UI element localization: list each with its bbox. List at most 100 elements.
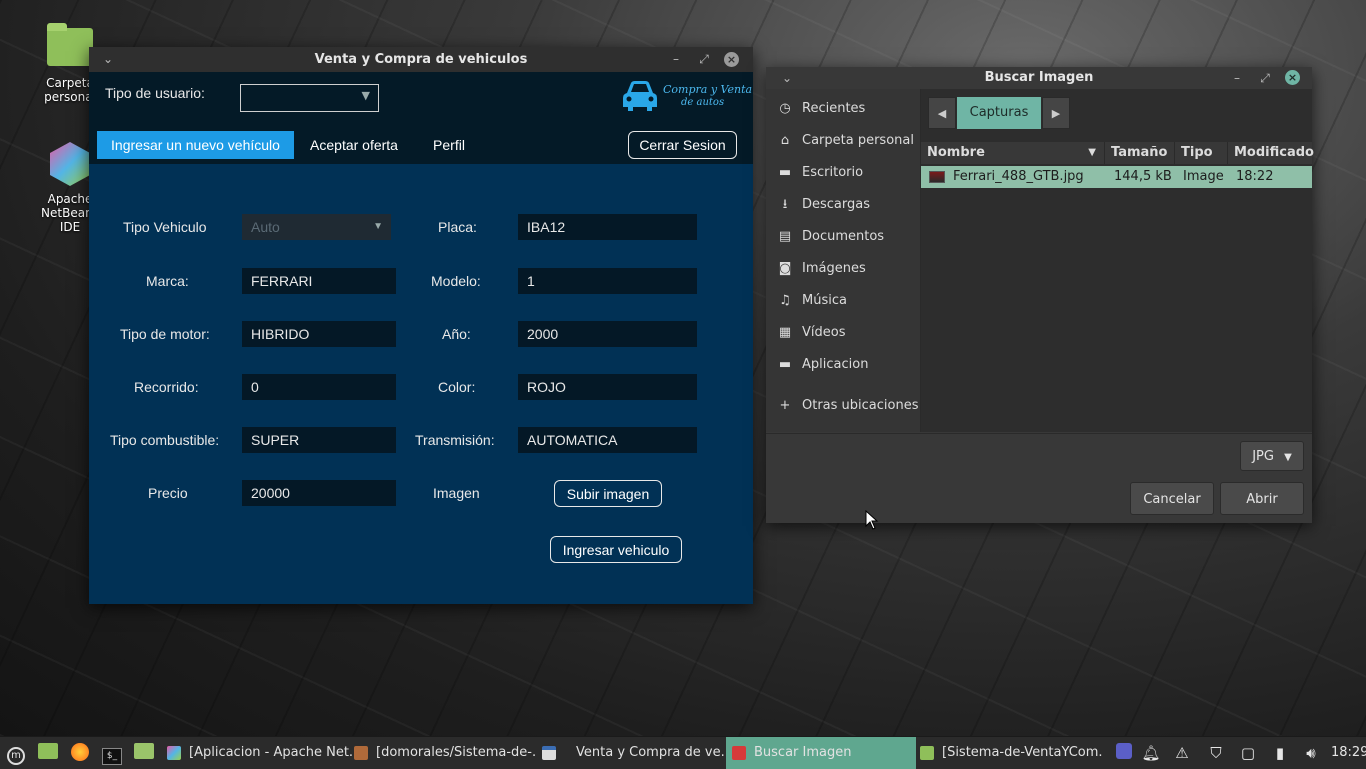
color-field[interactable]: ROJO (518, 374, 697, 400)
engine-type-field[interactable]: HIBRIDO (242, 321, 396, 347)
display-icon[interactable]: ▢ (1237, 743, 1259, 763)
close-icon[interactable]: × (1285, 70, 1300, 85)
chevron-down-icon: ▼ (361, 89, 370, 102)
place-label: Carpeta personal (802, 133, 914, 148)
fuel-type-label: Tipo combustible: (110, 432, 220, 448)
task-label: Venta y Compra de ve... (576, 745, 728, 760)
vehicle-type-value: Auto (251, 219, 280, 235)
submit-vehicle-button[interactable]: Ingresar vehiculo (550, 536, 682, 563)
cancel-button[interactable]: Cancelar (1130, 482, 1214, 515)
upload-image-button[interactable]: Subir imagen (554, 480, 662, 507)
price-field[interactable]: 20000 (242, 480, 396, 506)
place-label: Imágenes (802, 261, 866, 276)
logo-text-line1: Compra y Venta (663, 83, 753, 96)
teams-icon[interactable] (1113, 743, 1135, 763)
open-button[interactable]: Abrir (1220, 482, 1304, 515)
chevron-down-icon: ▼ (373, 221, 383, 232)
task-netbeans[interactable]: [Aplicacion - Apache Net... (163, 737, 352, 769)
car-icon (623, 81, 657, 111)
place-videos[interactable]: ▦ Vídeos (776, 323, 846, 343)
place-home[interactable]: ⌂ Carpeta personal (776, 131, 914, 151)
path-forward-button[interactable]: ▶ (1042, 97, 1070, 129)
volume-icon[interactable]: 🔊︎ (1300, 743, 1322, 763)
tab-profile[interactable]: Perfil (423, 131, 475, 159)
app-logo: Compra y Venta de autos (621, 79, 752, 115)
mileage-field[interactable]: 0 (242, 374, 396, 400)
maximize-icon[interactable]: ⤢ (693, 47, 715, 72)
files-icon[interactable] (133, 743, 155, 763)
place-pictures[interactable]: ◙ Imágenes (776, 259, 866, 279)
place-recent[interactable]: ◷ Recientes (776, 99, 865, 119)
column-modified[interactable]: Modificado (1228, 142, 1314, 164)
model-field[interactable]: 1 (518, 268, 697, 294)
file-name: Ferrari_488_GTB.jpg (953, 169, 1084, 184)
table-row[interactable]: Ferrari_488_GTB.jpg 144,5 kB Image 18:22 (921, 166, 1312, 188)
camera-icon: ◙ (778, 261, 792, 276)
place-downloads[interactable]: ⭳ Descargas (776, 195, 870, 215)
tab-new-vehicle[interactable]: Ingresar un nuevo vehículo (97, 131, 294, 159)
column-name[interactable]: Nombre ▼ (921, 142, 1105, 164)
taskbar: m $_ [Aplicacion - Apache Net... [domora… (0, 736, 1366, 769)
mint-menu-icon[interactable]: m (5, 743, 27, 765)
model-label: Modelo: (431, 273, 481, 289)
column-size[interactable]: Tamaño (1105, 142, 1175, 164)
plate-field[interactable]: IBA12 (518, 214, 697, 240)
vehicle-form: Tipo Vehiculo Auto ▼ Placa: IBA12 Marca:… (89, 164, 753, 604)
minimize-icon[interactable]: – (1226, 67, 1248, 89)
place-aplicacion[interactable]: ▬ Aplicacion (776, 355, 869, 375)
place-label: Documentos (802, 229, 885, 244)
main-window-titlebar[interactable]: ⌄ Venta y Compra de vehiculos – ⤢ × (89, 47, 753, 72)
transmission-field[interactable]: AUTOMATICA (518, 427, 697, 453)
fuel-type-field[interactable]: SUPER (242, 427, 396, 453)
firefox-icon[interactable] (69, 743, 91, 763)
user-type-label: Tipo de usuario: (105, 85, 205, 101)
tab-accept-offer[interactable]: Aceptar oferta (299, 131, 409, 159)
terminal-icon[interactable]: $_ (101, 743, 123, 765)
clock[interactable]: 18:29 (1331, 745, 1366, 760)
window-menu-icon[interactable]: ⌄ (97, 47, 119, 72)
place-music[interactable]: ♫ Música (776, 291, 847, 311)
file-dialog-titlebar[interactable]: ⌄ Buscar Imagen – ⤢ × (766, 67, 1312, 89)
plus-icon: + (779, 398, 791, 413)
show-desktop-icon[interactable] (37, 743, 59, 763)
netbeans-icon (50, 142, 90, 186)
document-icon: ▤ (778, 229, 792, 244)
logout-button[interactable]: Cerrar Sesion (628, 131, 737, 159)
film-icon: ▦ (778, 325, 792, 340)
color-label: Color: (438, 379, 476, 395)
task-folder[interactable]: [Sistema-de-VentaYCom... (920, 737, 1102, 769)
shield-icon[interactable]: ⛉ (1205, 743, 1227, 763)
place-label: Otras ubicaciones (802, 398, 919, 413)
notifications-bell-icon[interactable]: 🔔︎ (1140, 743, 1162, 763)
task-label: [Aplicacion - Apache Net... (189, 745, 352, 760)
close-icon[interactable]: × (724, 52, 739, 67)
filter-combo[interactable]: JPG ▼ (1240, 441, 1304, 471)
update-manager-icon[interactable]: ⚠︎ (1171, 743, 1193, 763)
year-field[interactable]: 2000 (518, 321, 697, 347)
user-type-combo[interactable]: ▼ (240, 84, 379, 112)
place-label: Vídeos (802, 325, 846, 340)
place-label: Aplicacion (802, 357, 869, 372)
battery-icon[interactable]: ▮ (1269, 743, 1291, 763)
chevron-down-icon: ▼ (1088, 147, 1096, 158)
place-documents[interactable]: ▤ Documentos (776, 227, 884, 247)
window-menu-icon[interactable]: ⌄ (776, 67, 798, 89)
column-type[interactable]: Tipo (1175, 142, 1228, 164)
place-other-locations[interactable]: + Otras ubicaciones (776, 396, 919, 416)
task-file-dialog[interactable]: Buscar Imagen (726, 737, 916, 769)
task-label: [domorales/Sistema-de-... (376, 745, 536, 760)
file-size: 144,5 kB (1114, 169, 1172, 184)
brand-field[interactable]: FERRARI (242, 268, 396, 294)
place-label: Música (802, 293, 847, 308)
place-desktop[interactable]: ▬ Escritorio (776, 163, 863, 183)
vehicle-type-combo[interactable]: Auto ▼ (242, 214, 391, 240)
breadcrumb[interactable]: Capturas (957, 97, 1041, 129)
maximize-icon[interactable]: ⤢ (1254, 67, 1276, 89)
header-panel: Tipo de usuario: ▼ Compra y Venta de aut… (89, 72, 753, 164)
minimize-icon[interactable]: – (665, 47, 687, 72)
browser-icon (354, 745, 368, 760)
task-main-window[interactable]: Venta y Compra de ve... (540, 737, 728, 769)
main-window-title: Venta y Compra de vehiculos (314, 52, 528, 67)
task-browser[interactable]: [domorales/Sistema-de-... (352, 737, 536, 769)
path-back-button[interactable]: ◀ (928, 97, 956, 129)
